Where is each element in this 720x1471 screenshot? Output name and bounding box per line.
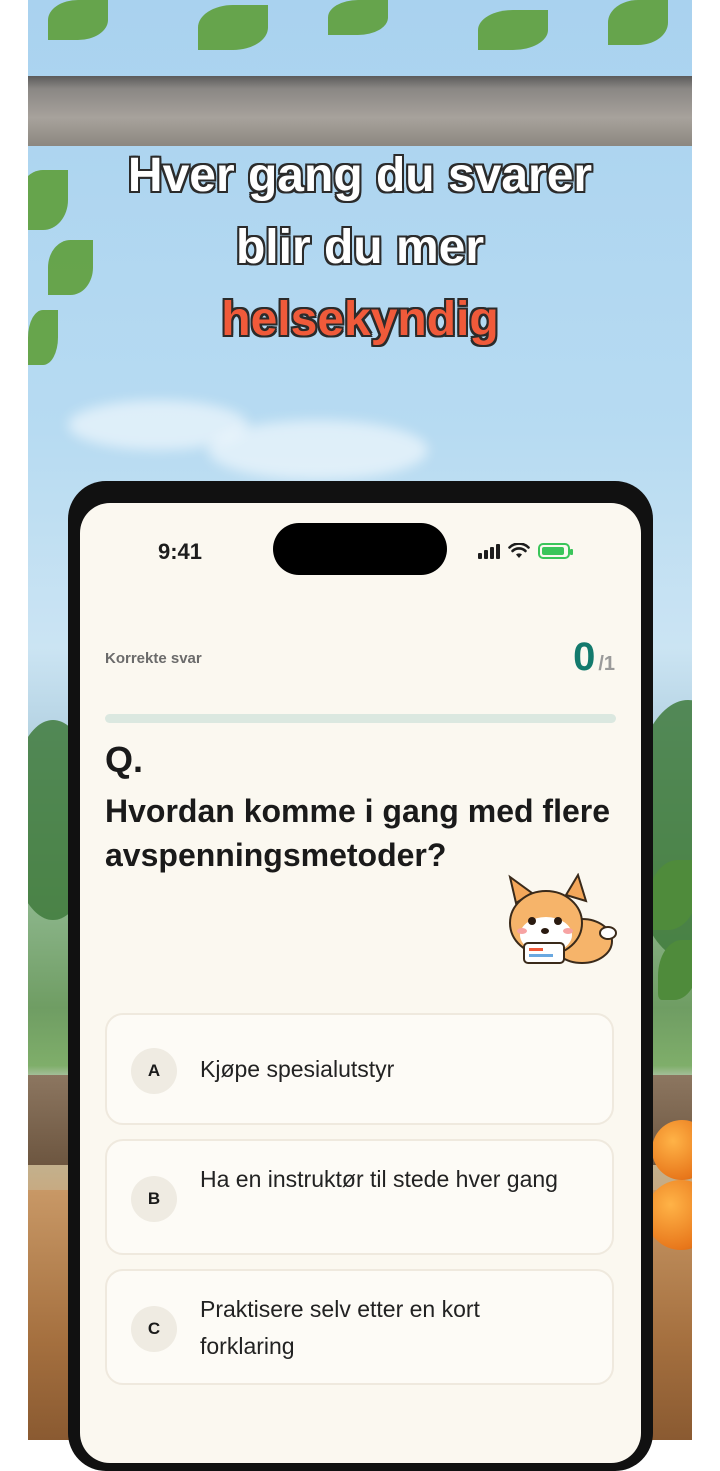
phone-mockup: 9:41 Korrekte svar 0 /1 Q. Hvordan komme… bbox=[68, 481, 653, 1471]
battery-charging-icon bbox=[538, 543, 573, 559]
option-text: Kjøpe spesialutstyr bbox=[200, 1056, 395, 1082]
score-value: 0 bbox=[573, 635, 596, 679]
score-label: Korrekte svar bbox=[105, 650, 202, 667]
leaf bbox=[608, 0, 668, 45]
score-counter: 0 /1 bbox=[573, 635, 615, 680]
option-text: Praktisere selv etter en kort forklaring bbox=[200, 1296, 480, 1359]
window-frame bbox=[28, 76, 692, 146]
score-total: /1 bbox=[598, 653, 615, 675]
answer-option-c[interactable]: C Praktisere selv etter en kort forklari… bbox=[105, 1269, 614, 1385]
leaf bbox=[328, 0, 388, 35]
option-letter: A bbox=[131, 1048, 177, 1094]
phone-screen: 9:41 Korrekte svar 0 /1 Q. Hvordan komme… bbox=[80, 503, 641, 1463]
leaf bbox=[48, 0, 108, 40]
headline-line-2: blir du mer bbox=[235, 221, 485, 274]
dynamic-island bbox=[273, 523, 447, 575]
progress-bar bbox=[105, 714, 616, 723]
option-text: Ha en instruktør til stede hver gang bbox=[200, 1166, 558, 1192]
headline-line-1: Hver gang du svarer bbox=[127, 149, 593, 202]
signal-icon bbox=[478, 543, 500, 559]
status-icons bbox=[478, 541, 573, 561]
leaf bbox=[478, 10, 548, 50]
answer-option-b[interactable]: B Ha en instruktør til stede hver gang bbox=[105, 1139, 614, 1255]
option-letter: C bbox=[131, 1306, 177, 1352]
headline-highlight: helsekyndig bbox=[221, 293, 499, 346]
question-label: Q. bbox=[105, 739, 144, 780]
headline: Hver gang du svarer blir du mer helsekyn… bbox=[0, 140, 720, 356]
status-time: 9:41 bbox=[158, 539, 203, 564]
wifi-icon bbox=[508, 543, 530, 558]
corgi-mascot bbox=[508, 873, 617, 964]
option-letter: B bbox=[131, 1176, 177, 1222]
question-text: Hvordan komme i gang med flere avspennin… bbox=[105, 793, 611, 873]
leaf bbox=[198, 5, 268, 50]
cloud bbox=[208, 420, 428, 480]
answer-option-a[interactable]: A Kjøpe spesialutstyr bbox=[105, 1013, 614, 1125]
